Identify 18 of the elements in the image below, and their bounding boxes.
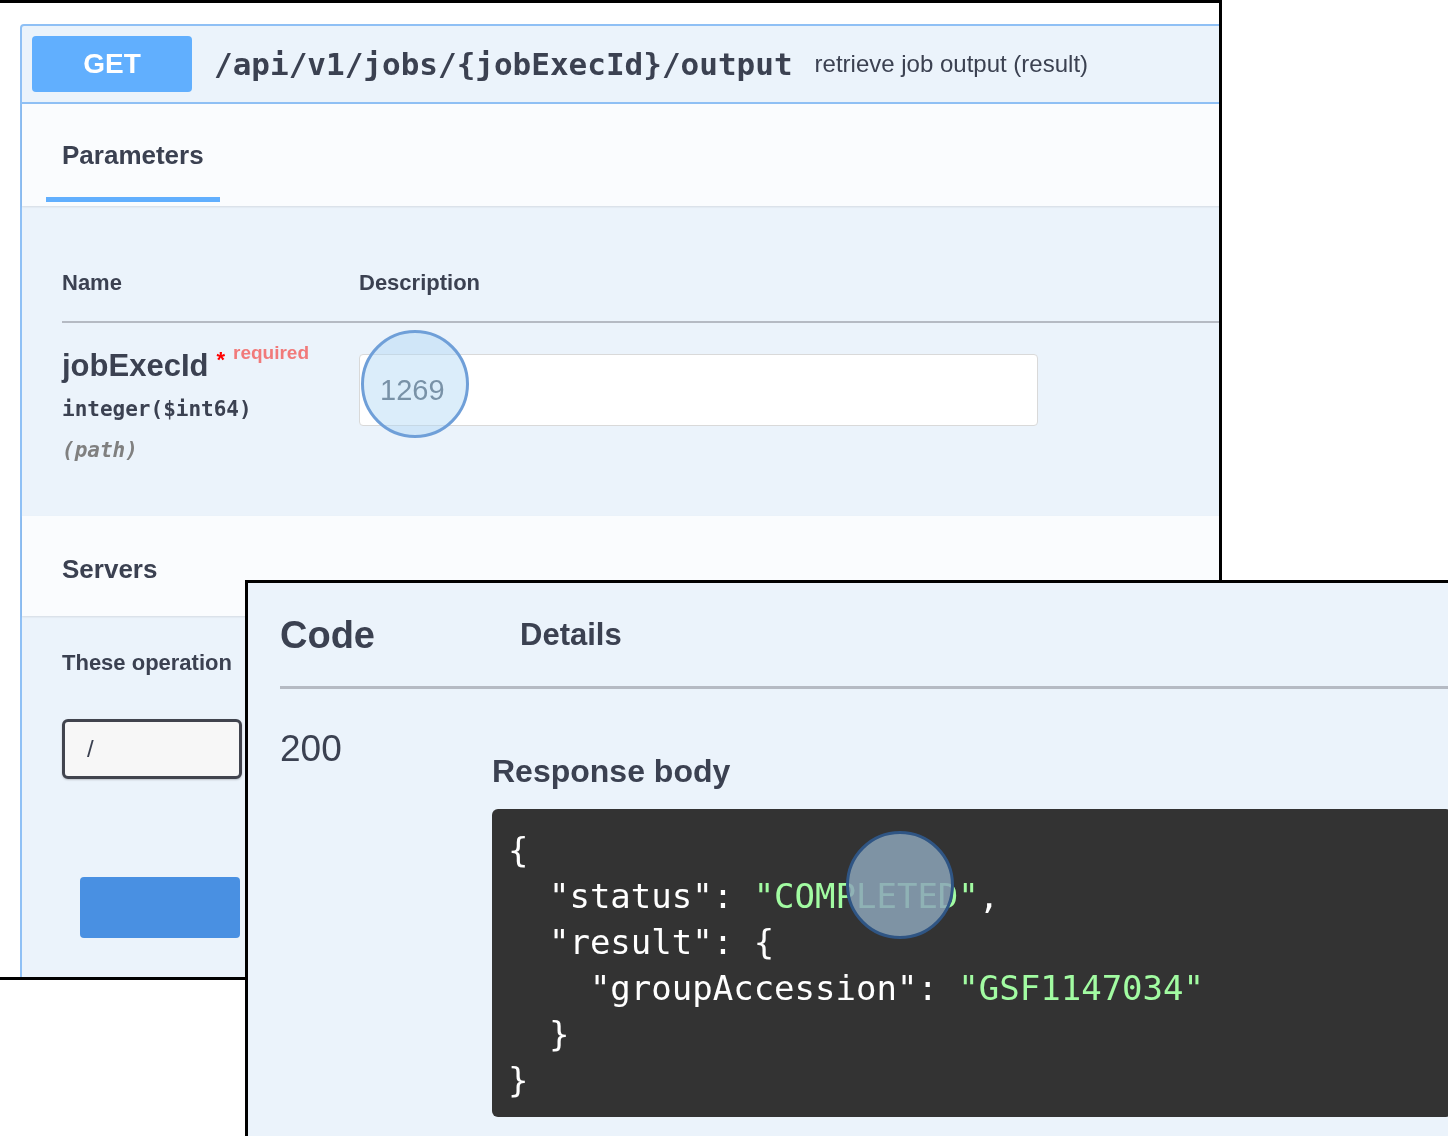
action-button[interactable]	[80, 877, 240, 938]
parameter-name: jobExecId	[62, 348, 209, 383]
section-title: Servers	[62, 554, 158, 584]
parameter-location: (path)	[62, 437, 139, 464]
response-code: 200	[280, 727, 343, 771]
response-body-title: Response body	[492, 752, 732, 791]
column-header: Code	[280, 613, 376, 658]
required-mark: *	[216, 347, 225, 372]
tab[interactable]: Parameters	[46, 104, 220, 202]
required-label: required	[233, 342, 310, 363]
servers-note: These operation	[62, 649, 233, 677]
server-select[interactable]: /	[62, 719, 242, 779]
column-header: Name	[62, 269, 123, 297]
column-header: Description	[359, 269, 481, 297]
endpoint-path: /api/v1/jobs/{jobExecId}/output	[214, 44, 793, 84]
endpoint-summary: retrieve job output (result)	[814, 49, 1089, 79]
parameter-type: integer($int64)	[62, 395, 253, 423]
column-header: Details	[520, 616, 622, 655]
